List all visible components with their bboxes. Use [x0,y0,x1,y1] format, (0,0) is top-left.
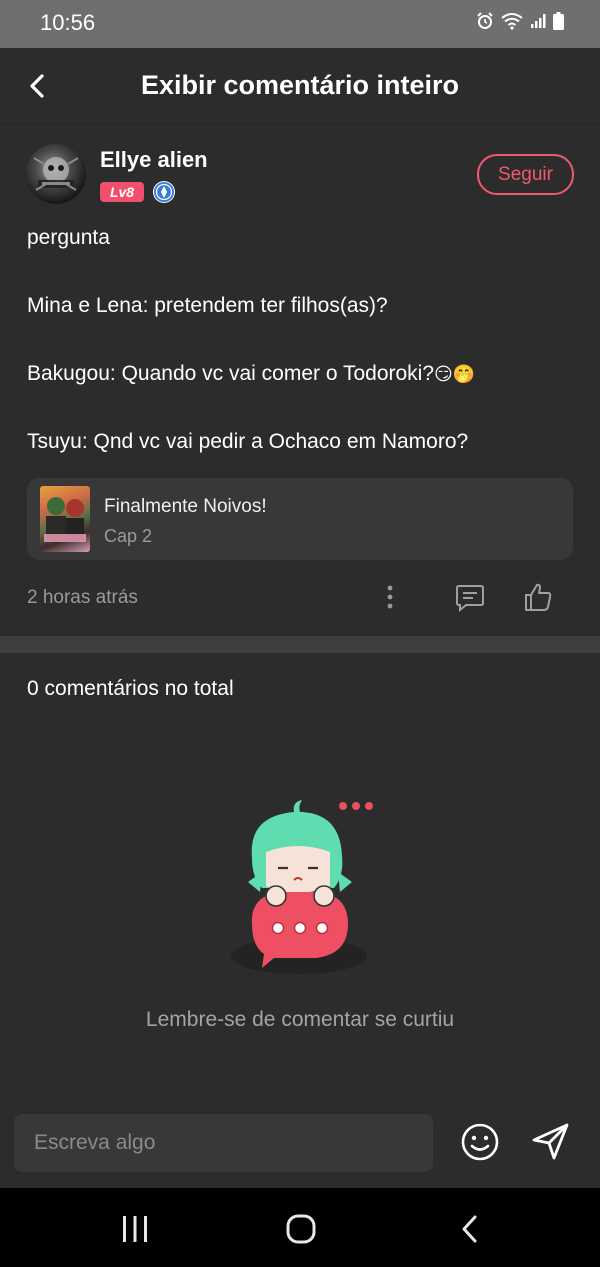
comment-emojis: 😏🤭 [434,364,476,384]
recent-apps-icon[interactable] [120,1214,150,1244]
comment-text-line: Bakugou: Quando vc vai comer o Todoroki?… [27,362,475,386]
signal-icon [531,14,546,28]
timestamp: 2 horas atrás [27,587,138,608]
reply-icon[interactable] [454,580,486,614]
page-title: Exibir comentário inteiro [140,70,460,100]
comment-text-line: pergunta [27,226,110,249]
system-nav-bar [0,1188,600,1267]
comment-text-line: Mina e Lena: pretendem ter filhos(as)? [27,294,388,317]
status-bar: 10:56 [0,0,600,48]
avatar-image [33,157,79,191]
comments-count: 0 comentários no total [27,677,234,700]
battery-icon [553,12,564,30]
comment-input[interactable]: Escreva algo [14,1114,433,1172]
vip-badge-icon [153,181,175,203]
emoji-icon[interactable] [460,1122,500,1162]
level-badge: Lv8 [100,182,144,202]
chapter-thumbnail [40,486,90,552]
like-icon[interactable] [522,580,554,614]
comment-text: Bakugou: Quando vc vai comer o Todoroki? [27,362,435,385]
follow-button[interactable]: Seguir [477,154,574,195]
home-icon[interactable] [285,1214,317,1244]
username[interactable]: Ellye alien [100,147,208,173]
chapter-subtitle: Cap 2 [104,526,153,546]
more-options-icon[interactable] [380,580,400,614]
status-time: 10:56 [40,10,96,35]
back-nav-icon[interactable] [458,1214,482,1244]
empty-state-message: Lembre-se de comentar se curtiu [145,1008,455,1031]
chapter-title: Finalmente Noivos! [104,496,267,517]
send-icon[interactable] [530,1120,572,1162]
empty-state-mascot-illustration [231,800,373,974]
comment-text-line: Tsuyu: Qnd vc vai pedir a Ochaco em Namo… [27,430,469,453]
avatar[interactable] [26,144,86,204]
status-icons [476,12,564,30]
header: Exibir comentário inteiro [0,48,600,125]
comment-sheet: Exibir comentário inteiro Ellye alien Lv… [0,48,600,1188]
chapter-card[interactable]: Finalmente Noivos! Cap 2 [27,478,573,560]
alarm-icon [477,12,493,29]
section-divider [0,636,600,653]
comment-input-bar: Escreva algo [0,1100,600,1188]
wifi-icon [501,13,523,30]
